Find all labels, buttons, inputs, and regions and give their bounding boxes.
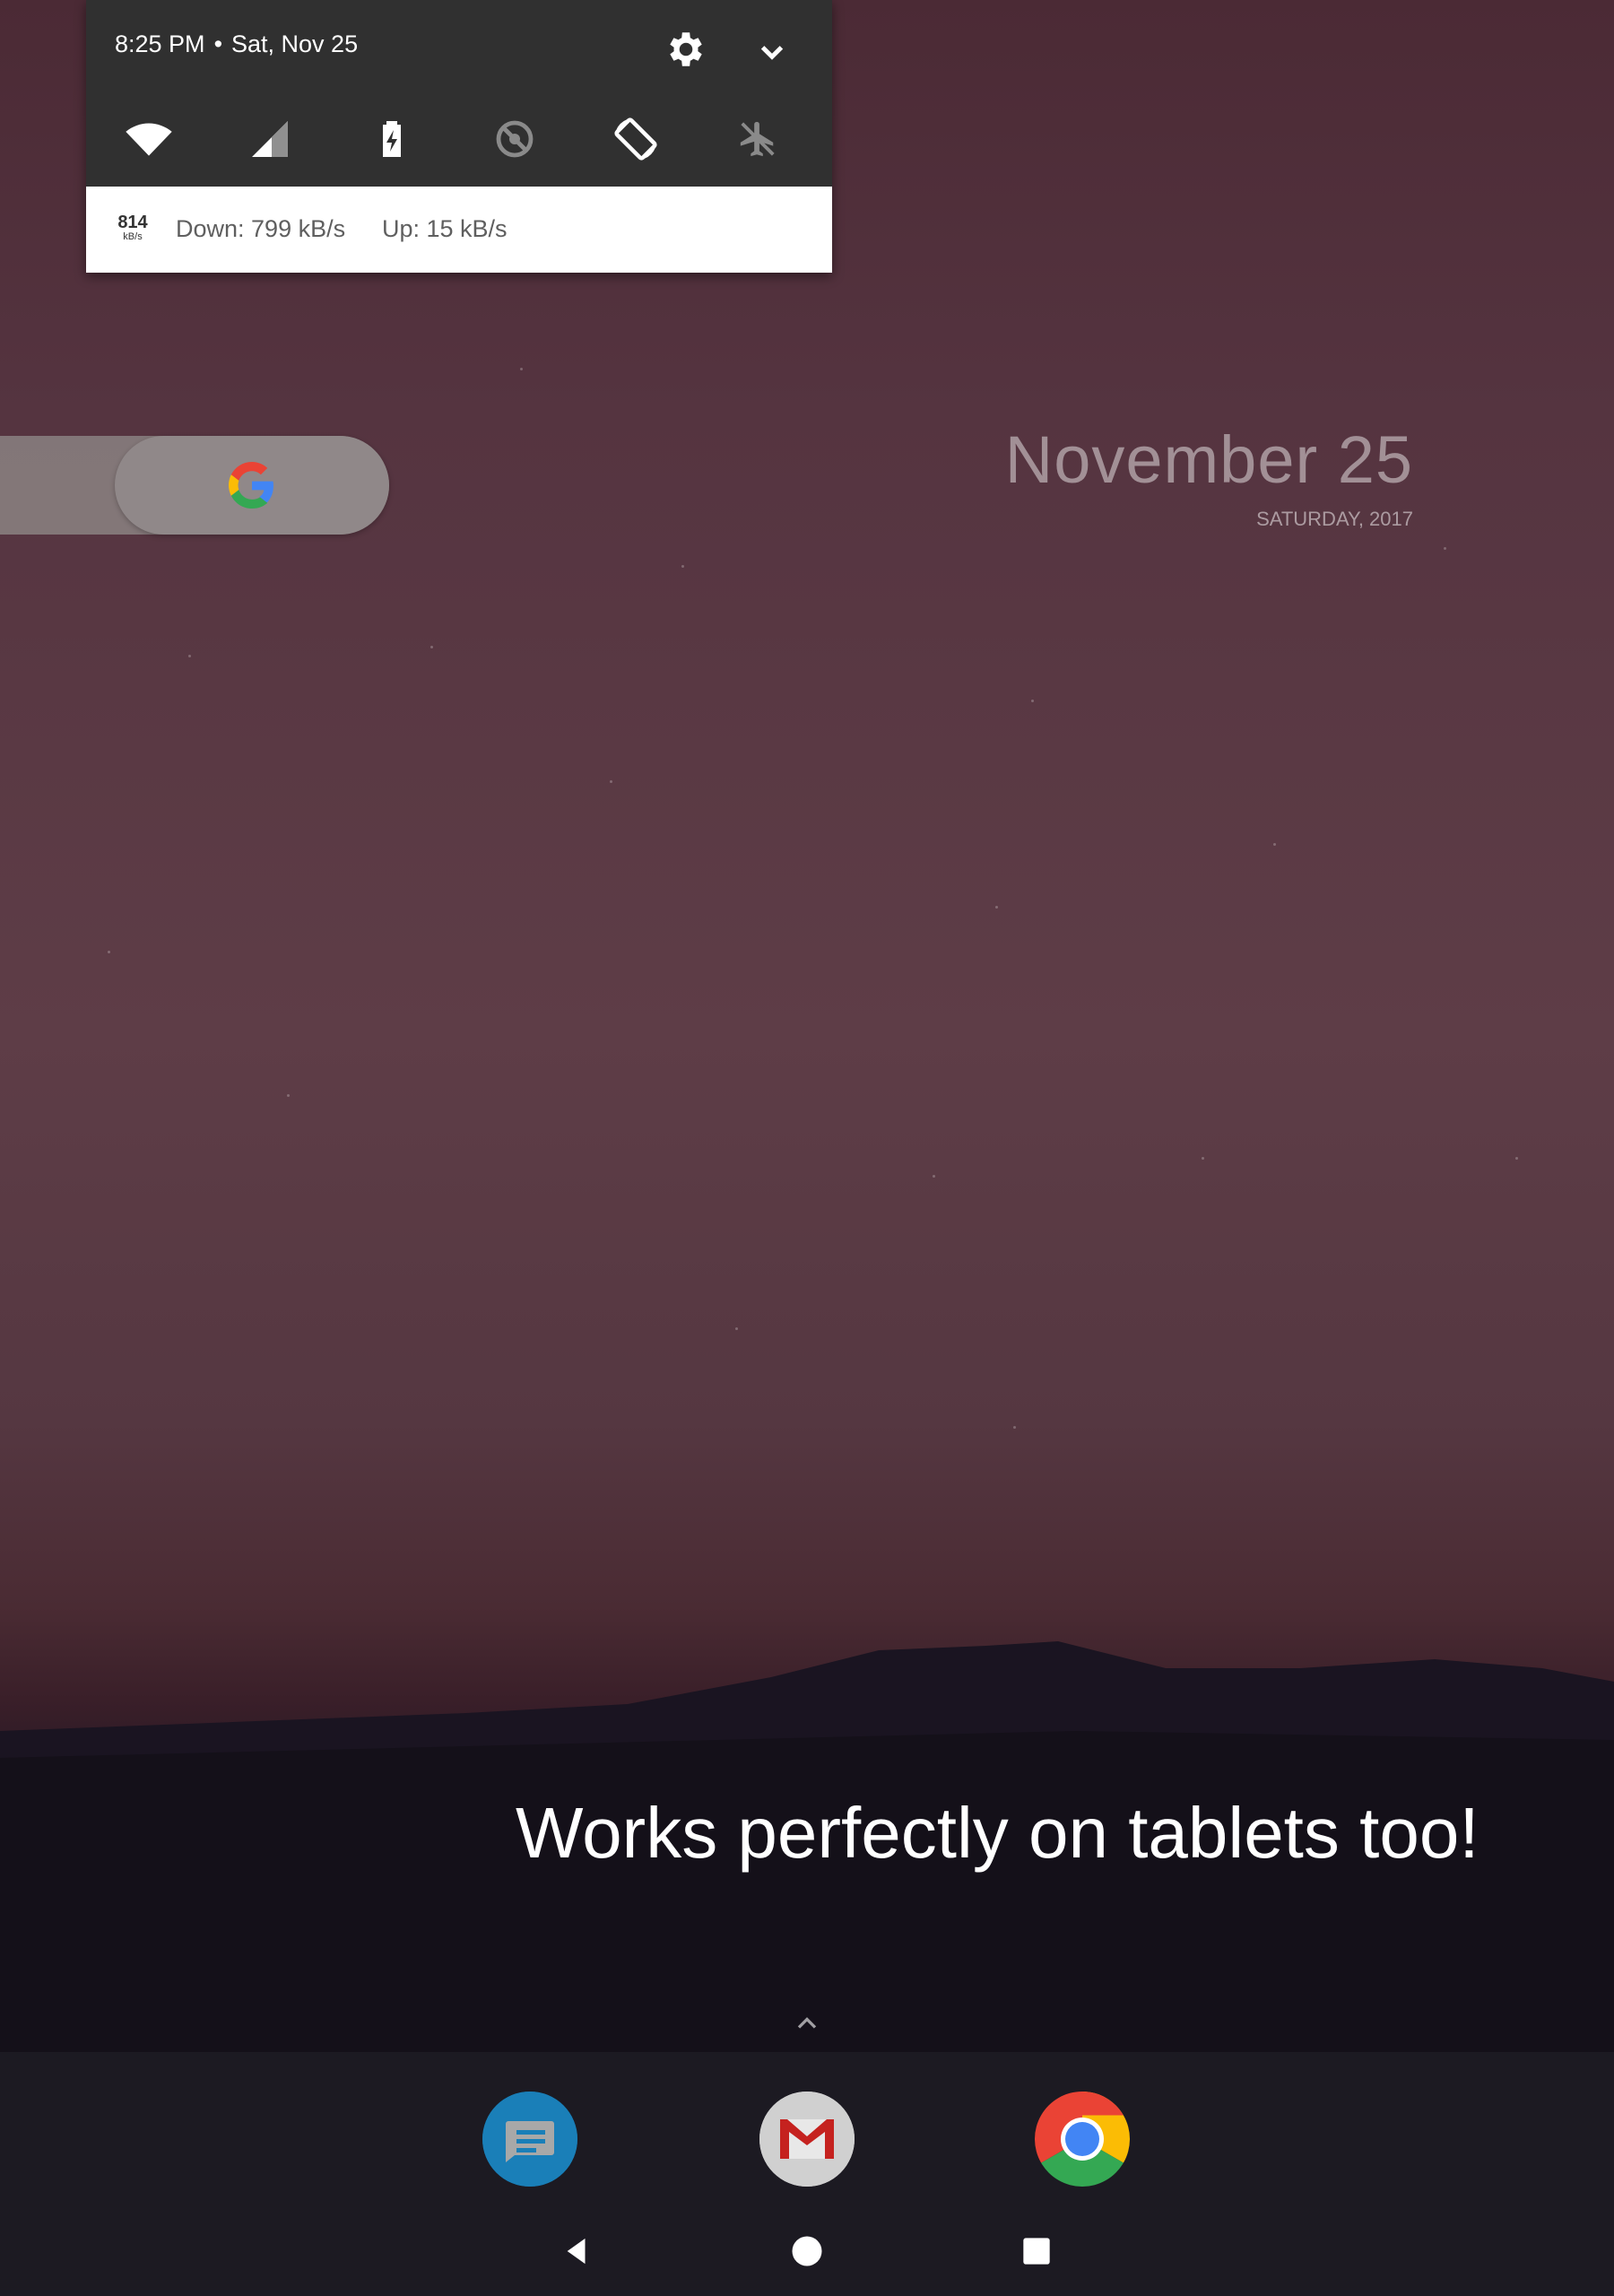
google-search-widget[interactable] (115, 436, 389, 535)
back-button[interactable] (551, 2224, 604, 2278)
settings-button[interactable] (664, 27, 708, 72)
auto-rotate-icon (614, 117, 657, 161)
google-g-icon (229, 462, 273, 509)
network-speed-notification[interactable]: 814 kB/s Down: 799 kB/s Up: 15 kB/s (86, 187, 832, 273)
back-triangle-icon (567, 2238, 586, 2265)
chrome-icon (1034, 2092, 1131, 2187)
chrome-app[interactable] (1034, 2092, 1131, 2187)
messages-icon (482, 2092, 577, 2187)
gmail-app[interactable] (759, 2092, 855, 2187)
promo-caption: Works perfectly on tablets too! (516, 1793, 1480, 1873)
date-widget-date[interactable]: November 25 (1005, 422, 1413, 498)
quick-settings-row (86, 108, 832, 170)
shade-datetime: 8:25 PM • Sat, Nov 25 (115, 30, 358, 58)
upload-speed: Up: 15 kB/s (382, 215, 508, 242)
download-speed: Down: 799 kB/s (176, 215, 346, 242)
cellular-signal-icon (252, 121, 288, 157)
qs-tile-cellular[interactable] (239, 108, 301, 170)
wifi-icon (126, 123, 172, 156)
qs-tile-battery[interactable] (360, 108, 423, 170)
shade-time: 8:25 PM (115, 30, 205, 57)
qs-tile-wifi[interactable] (117, 108, 180, 170)
expand-shade-button[interactable] (750, 29, 794, 74)
home-button[interactable] (780, 2224, 834, 2278)
notification-shade: 8:25 PM • Sat, Nov 25 814 kB/s Down: 799… (86, 0, 832, 273)
airplane-mode-icon (740, 121, 775, 157)
app-drawer-handle[interactable] (791, 2007, 823, 2039)
home-circle-icon (792, 2236, 822, 2266)
qs-tile-airplane[interactable] (726, 108, 789, 170)
qs-tile-auto-rotate[interactable] (604, 108, 667, 170)
data-saver-off-icon (496, 120, 534, 158)
recents-button[interactable] (1010, 2224, 1063, 2278)
chevron-up-icon (797, 2017, 817, 2029)
shade-date: Sat, Nov 25 (231, 30, 359, 57)
gear-icon (670, 32, 702, 66)
shade-header: 8:25 PM • Sat, Nov 25 (86, 0, 832, 187)
qs-tile-data-saver[interactable] (483, 108, 546, 170)
battery-charging-icon (383, 121, 401, 157)
speed-value: 814 (117, 213, 148, 232)
shade-separator: • (213, 30, 223, 57)
chevron-down-icon (760, 46, 784, 60)
speed-unit: kB/s (123, 231, 143, 242)
date-widget-weekday-year: SATURDAY, 2017 (1256, 508, 1413, 530)
network-speed-icon: 814 kB/s (115, 213, 151, 242)
gmail-icon (759, 2092, 855, 2187)
recents-square-icon (1023, 2238, 1050, 2265)
messages-app[interactable] (482, 2092, 577, 2187)
